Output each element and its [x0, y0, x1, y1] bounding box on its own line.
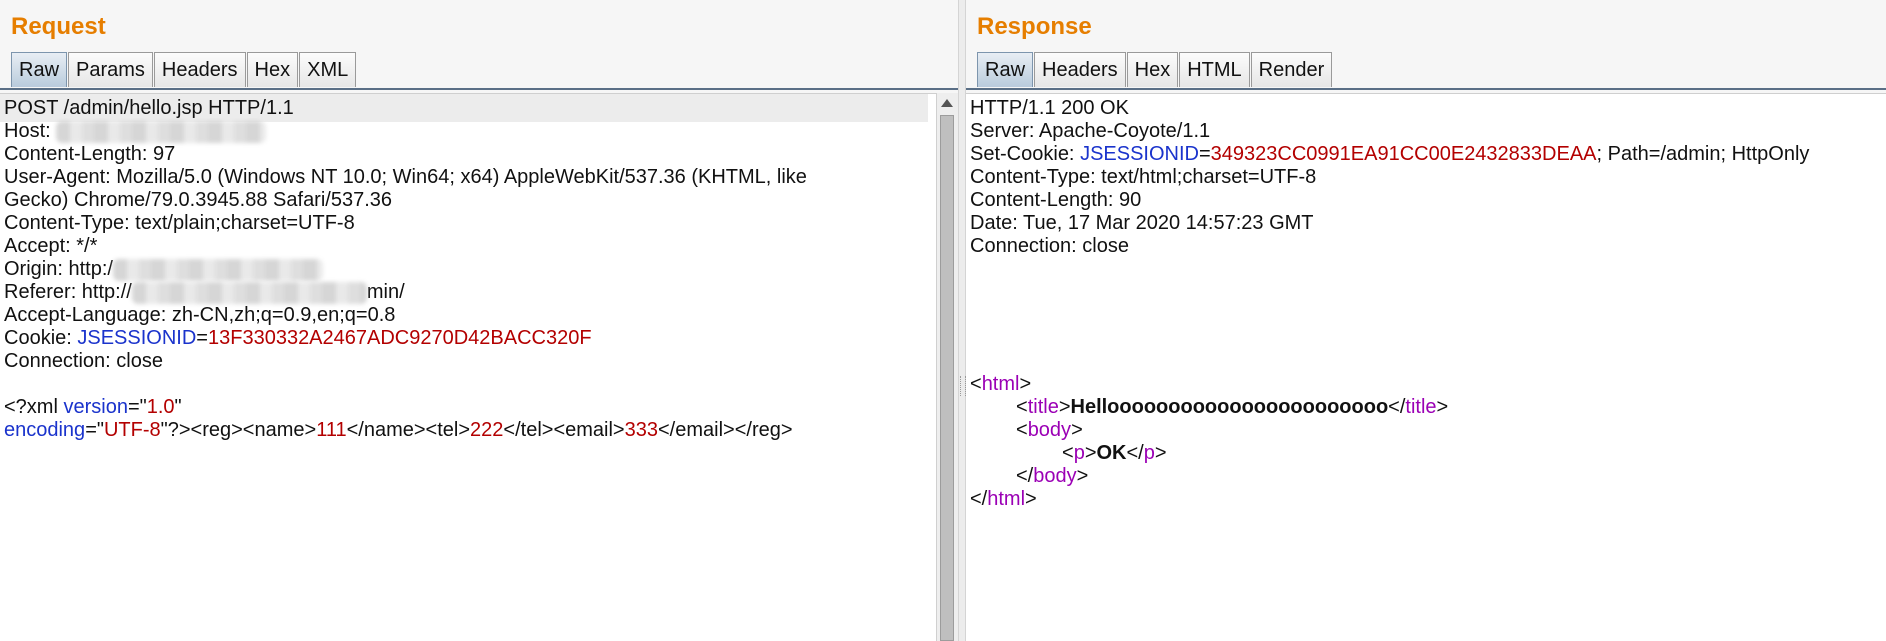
body-tag-name: body — [1027, 419, 1072, 441]
response-title: Response — [977, 13, 1092, 40]
tag-bracket: </ — [1126, 442, 1144, 464]
xml-tags: </name><tel> — [346, 419, 471, 441]
xml-quote: " — [174, 396, 182, 418]
xml-encoding-value: UTF-8 — [103, 419, 161, 441]
tag-bracket: < — [1016, 419, 1028, 441]
tag-bracket: </ — [1388, 396, 1406, 418]
set-cookie-key: JSESSIONID — [1080, 143, 1199, 165]
response-tab-hex[interactable]: Hex — [1126, 52, 1179, 87]
set-cookie-label: Set-Cookie: — [970, 143, 1081, 165]
referer-tail: min/ — [366, 281, 405, 303]
xml-eq: =" — [127, 396, 147, 418]
tag-bracket: > — [1058, 396, 1071, 418]
html-tag-name: html — [981, 373, 1020, 395]
p-text: OK — [1096, 442, 1127, 464]
tag-bracket: > — [1071, 419, 1083, 441]
xml-attr-version: version — [63, 396, 128, 418]
request-tab-underline — [0, 88, 958, 90]
tag-bracket: > — [1025, 488, 1037, 510]
response-line: Connection: close — [970, 235, 1129, 257]
xml-attr-encoding: encoding — [4, 419, 86, 441]
request-tab-xml[interactable]: XML — [299, 52, 357, 87]
tag-bracket: < — [1062, 442, 1074, 464]
xml-version-value: 1.0 — [146, 396, 175, 418]
xml-tel-value: 222 — [470, 419, 504, 441]
tag-bracket: < — [970, 373, 982, 395]
referer-label: Referer: http:// — [4, 281, 132, 303]
response-tabs: Raw Headers Hex HTML Render — [977, 52, 1333, 88]
response-tab-render[interactable]: Render — [1250, 52, 1333, 87]
request-tab-headers[interactable]: Headers — [153, 52, 246, 87]
xml-tags: "?><reg><name> — [160, 419, 317, 441]
request-body-line: encoding="UTF-8"?><reg><name>111</name><… — [4, 416, 928, 444]
response-panel: Response Raw Headers Hex HTML Render HTT… — [966, 0, 1886, 641]
host-label: Host: — [4, 120, 57, 142]
tag-bracket: > — [1019, 373, 1032, 395]
request-title: Request — [11, 13, 106, 40]
xml-email-value: 333 — [624, 419, 658, 441]
tag-bracket: < — [1016, 396, 1028, 418]
xml-decl-open: <?xml — [4, 396, 64, 418]
cookie-key: JSESSIONID — [77, 327, 197, 349]
xml-name-value: 111 — [316, 419, 347, 441]
xml-tags: </tel><email> — [503, 419, 625, 441]
title-tag-name: title — [1405, 396, 1437, 418]
request-tab-params[interactable]: Params — [68, 52, 153, 87]
origin-label: Origin: http:/ — [4, 258, 113, 280]
request-editor[interactable]: POST /admin/hello.jsp HTTP/1.1 Host: Con… — [0, 93, 936, 641]
tag-bracket: > — [1084, 442, 1097, 464]
cookie-label: Cookie: — [4, 327, 78, 349]
scroll-up-arrow-icon[interactable] — [941, 99, 953, 107]
set-cookie-tail: ; Path=/admin; HttpOnly — [1596, 143, 1810, 165]
tag-bracket: > — [1076, 465, 1089, 487]
tag-bracket: </ — [1016, 465, 1034, 487]
response-tab-headers[interactable]: Headers — [1034, 52, 1126, 87]
xml-eq: =" — [85, 419, 104, 441]
response-tab-raw[interactable]: Raw — [977, 52, 1034, 87]
p-tag-name: p — [1143, 442, 1155, 464]
title-tag-name: title — [1027, 396, 1059, 418]
response-tab-html[interactable]: HTML — [1179, 52, 1250, 87]
tag-bracket: </ — [970, 488, 988, 510]
tag-bracket: > — [1436, 396, 1449, 418]
body-tag-name: body — [1033, 465, 1077, 487]
cookie-eq: = — [196, 327, 208, 349]
request-tab-raw[interactable]: Raw — [11, 52, 68, 87]
request-tab-hex[interactable]: Hex — [246, 52, 299, 87]
p-tag-name: p — [1073, 442, 1085, 464]
cookie-value: 13F330332A2467ADC9270D42BACC320F — [207, 327, 592, 349]
set-cookie-value: 349323CC0991EA91CC00E2432833DEAA — [1210, 143, 1597, 165]
request-line: Connection: close — [4, 350, 163, 372]
request-vertical-scrollbar[interactable] — [936, 93, 958, 641]
set-cookie-eq: = — [1198, 143, 1211, 165]
response-tab-underline — [966, 88, 1886, 90]
panel-splitter[interactable] — [958, 0, 966, 641]
xml-tags: </email></reg> — [658, 419, 793, 441]
tag-bracket: > — [1154, 442, 1167, 464]
response-body-line: </html> — [970, 485, 1037, 513]
scrollbar-thumb[interactable] — [940, 115, 954, 641]
response-editor[interactable]: HTTP/1.1 200 OK Server: Apache-Coyote/1.… — [966, 93, 1886, 641]
request-panel: Request Raw Params Headers Hex XML POST … — [0, 0, 958, 641]
request-tabs: Raw Params Headers Hex XML — [11, 52, 357, 88]
title-text: Hellooooooooooooooooooooooo — [1070, 396, 1389, 418]
html-tag-name: html — [987, 488, 1026, 510]
